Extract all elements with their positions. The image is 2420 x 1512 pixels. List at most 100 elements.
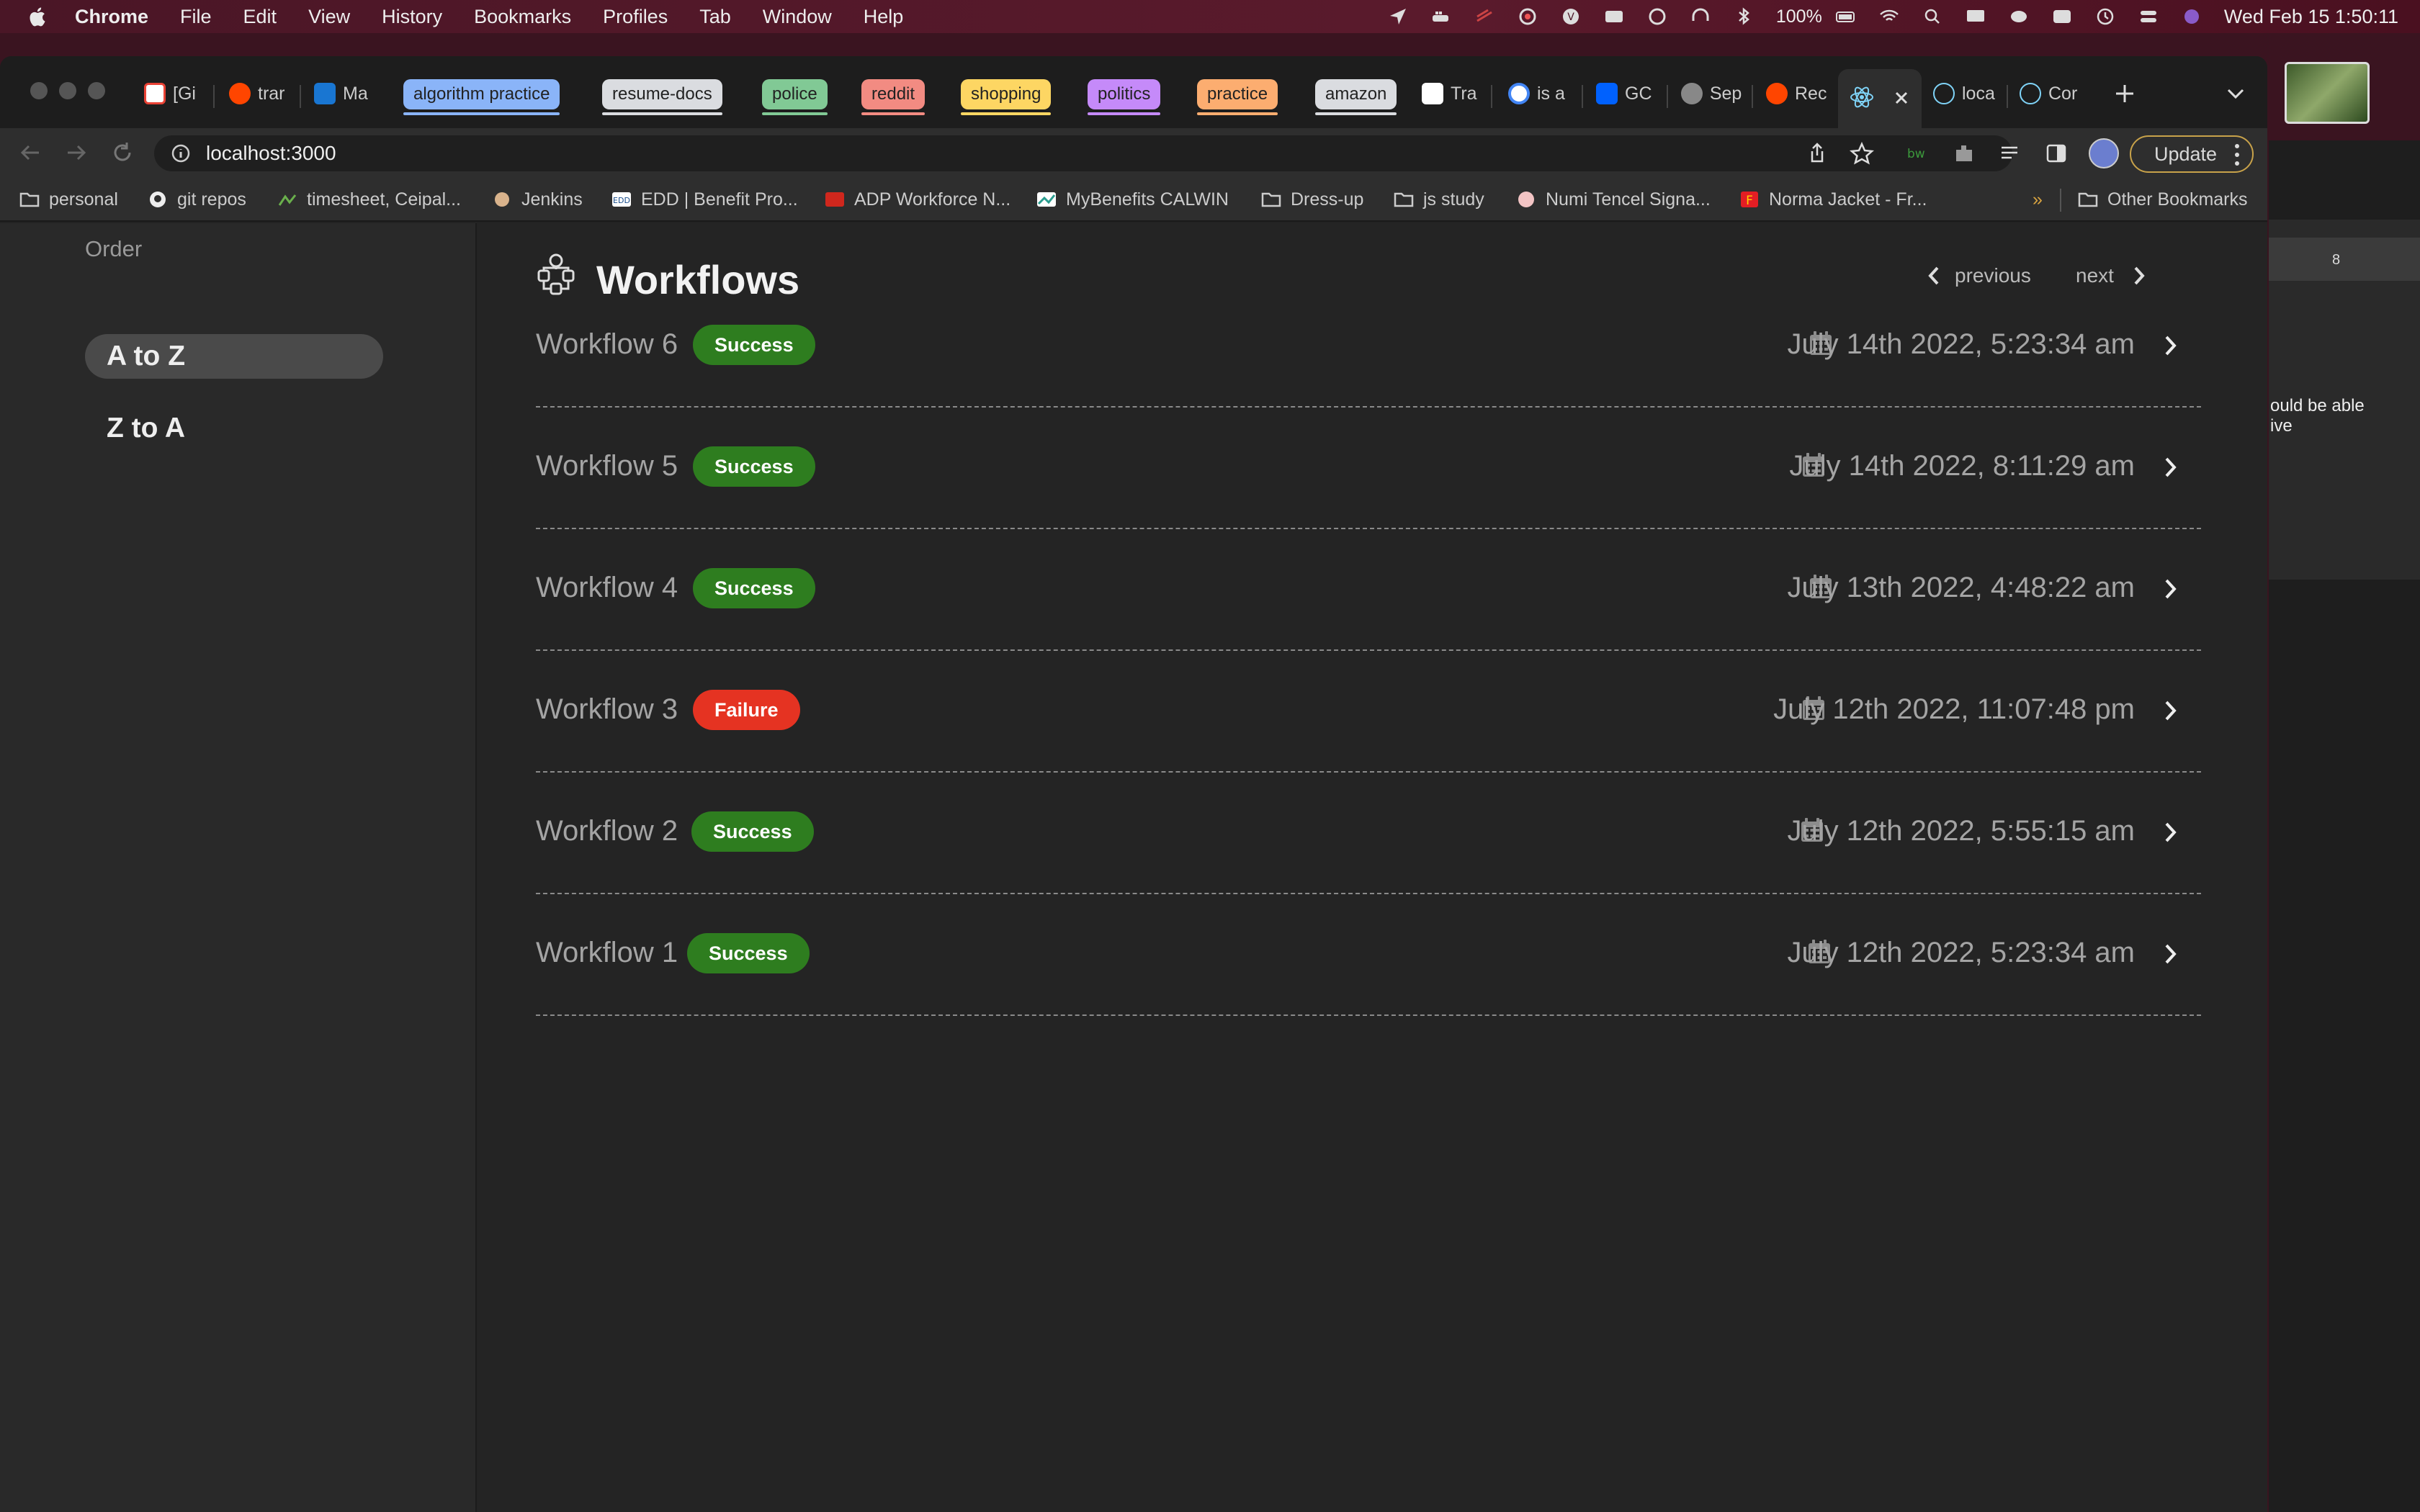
vpn-icon[interactable]: V [1560, 6, 1582, 27]
sync-icon[interactable] [1646, 6, 1668, 27]
chevron-right-icon[interactable] [2161, 333, 2179, 359]
menu-bookmarks[interactable]: Bookmarks [474, 6, 571, 28]
workflow-row[interactable]: Workflow 4 Success July 13th 2022, 4:48:22… [536, 528, 2201, 651]
bookmark-git-repos[interactable]: git repos [147, 187, 246, 212]
bookmark-adp[interactable]: ADP Workforce N... [824, 187, 1010, 212]
side-panel-icon[interactable] [2044, 141, 2069, 166]
order-label: Order [85, 236, 143, 261]
sort-z-to-a-button[interactable]: Z to A [85, 406, 383, 451]
chevron-right-icon[interactable] [2161, 454, 2179, 480]
bookmark-dress-up[interactable]: Dress-up [1260, 187, 1363, 212]
bitwarden-extension-icon[interactable]: bw [1906, 141, 1930, 166]
display-icon[interactable] [1965, 6, 1986, 27]
reload-icon[interactable] [109, 140, 135, 166]
tab-cor[interactable]: Cor [2020, 73, 2089, 114]
profile-avatar[interactable] [2089, 138, 2119, 168]
bookmarks-overflow-chevron[interactable]: » [2033, 187, 2043, 212]
siri-icon[interactable] [2181, 6, 2202, 27]
tab-group-police[interactable]: police [762, 79, 828, 115]
tab-group-amazon[interactable]: amazon [1315, 79, 1397, 115]
tab-group-politics[interactable]: politics [1088, 79, 1161, 115]
tab-outlook[interactable]: Ma [314, 73, 379, 114]
spotlight-search-icon[interactable] [1922, 6, 1943, 27]
tab-reddit-2[interactable]: Rec [1766, 73, 1828, 114]
next-page-button[interactable]: next [2076, 264, 2148, 288]
share-icon[interactable] [1805, 141, 1829, 166]
bookmark-edd[interactable]: EDD EDD | Benefit Pro... [611, 187, 798, 212]
workflow-row[interactable]: Workflow 3 Failure July 12th 2022, 11:07:4… [536, 650, 2201, 773]
menu-window[interactable]: Window [763, 6, 832, 28]
background-thumbnail-image[interactable] [2285, 62, 2370, 124]
bookmark-jenkins[interactable]: Jenkins [491, 187, 583, 212]
close-window-button[interactable] [30, 82, 48, 99]
update-button[interactable]: Update [2130, 135, 2254, 173]
menu-profiles[interactable]: Profiles [603, 6, 668, 28]
tab-ssl[interactable]: Sep [1681, 73, 1742, 114]
wifi-icon[interactable] [1878, 6, 1900, 27]
menu-app-chrome[interactable]: Chrome [75, 6, 148, 28]
workflow-row[interactable]: Workflow 2 Success July 12th 2022, 5:55:15… [536, 772, 2201, 894]
menu-edit[interactable]: Edit [243, 6, 277, 28]
record-icon[interactable] [1517, 6, 1538, 27]
location-arrow-icon[interactable] [1387, 6, 1409, 27]
tab-group-algorithm-practice[interactable]: algorithm practice [403, 79, 560, 115]
bookmark-numi[interactable]: Numi Tencel Signa... [1515, 187, 1711, 212]
chevron-right-icon[interactable] [2161, 819, 2179, 845]
tab-group-practice[interactable]: practice [1197, 79, 1278, 115]
headphones-icon[interactable] [1690, 6, 1711, 27]
menu-view[interactable]: View [308, 6, 350, 28]
menu-help[interactable]: Help [864, 6, 904, 28]
bookmark-timesheet[interactable]: timesheet, Ceipal... [277, 187, 461, 212]
bookmark-other-bookmarks[interactable]: Other Bookmarks [2077, 187, 2248, 212]
tab-group-shopping[interactable]: shopping [961, 79, 1052, 115]
chevron-right-icon[interactable] [2161, 941, 2179, 967]
menu-tab[interactable]: Tab [699, 6, 731, 28]
kebab-menu-icon[interactable] [2235, 143, 2239, 166]
tab-active-react[interactable] [1838, 69, 1922, 128]
control-center-icon[interactable] [2138, 6, 2159, 27]
bookmark-js-study[interactable]: js study [1393, 187, 1484, 212]
tab-dropbox[interactable]: GC [1596, 73, 1657, 114]
elephant-icon[interactable] [2008, 6, 2030, 27]
battery-icon[interactable] [1835, 6, 1857, 27]
bookmark-norma-jacket[interactable]: F Norma Jacket - Fr... [1739, 187, 1927, 212]
tab-localhost[interactable]: loca [1933, 73, 2002, 114]
docker-icon[interactable] [1430, 6, 1452, 27]
tab-google[interactable]: is a [1508, 73, 1570, 114]
chevron-right-icon[interactable] [2161, 576, 2179, 602]
new-tab-plus-icon[interactable] [2113, 82, 2136, 105]
extensions-puzzle-icon[interactable] [1952, 141, 1976, 166]
bookmark-mybenefits[interactable]: MyBenefits CALWIN [1036, 187, 1229, 212]
reading-list-icon[interactable] [1998, 141, 2022, 166]
tab-group-reddit[interactable]: reddit [861, 79, 926, 115]
slack-status-icon[interactable] [1474, 6, 1495, 27]
zoom-window-button[interactable] [88, 82, 105, 99]
chevron-right-icon[interactable] [2161, 698, 2179, 724]
site-info-icon[interactable] [170, 143, 192, 164]
bookmark-personal[interactable]: personal [19, 187, 118, 212]
menu-history[interactable]: History [382, 6, 442, 28]
tab-reddit-1[interactable]: trar [229, 73, 294, 114]
address-bar[interactable]: localhost:3000 [154, 135, 2012, 171]
apple-logo-icon[interactable] [27, 6, 46, 27]
forward-arrow-icon[interactable] [63, 140, 89, 166]
creative-cloud-icon[interactable] [2051, 6, 2073, 27]
close-tab-icon[interactable] [1893, 89, 1910, 107]
workflow-row[interactable]: Workflow 5 Success July 14th 2022, 8:11:29… [536, 407, 2201, 529]
tab-search-chevron-down-icon[interactable] [2226, 85, 2246, 102]
bookmark-star-icon[interactable] [1849, 141, 1875, 166]
back-arrow-icon[interactable] [17, 140, 43, 166]
menu-file[interactable]: File [180, 6, 212, 28]
bluetooth-icon[interactable] [1733, 6, 1754, 27]
sort-a-to-z-button[interactable]: A to Z [85, 334, 383, 379]
tab-gmail[interactable]: [Gi [144, 73, 207, 114]
minimize-window-button[interactable] [59, 82, 76, 99]
url-text[interactable]: localhost:3000 [206, 142, 336, 165]
clock-history-icon[interactable] [2094, 6, 2116, 27]
tab-group-resume-docs[interactable]: resume-docs [602, 79, 722, 115]
camera-icon[interactable] [1603, 6, 1625, 27]
workflow-row[interactable]: Workflow 1 Success July 12th 2022, 5:23:34… [536, 894, 2201, 1016]
workflow-row[interactable]: Workflow 6 Success July 14th 2022, 5:23:34… [536, 285, 2201, 408]
tab-amazon[interactable]: Tra [1422, 73, 1482, 114]
previous-page-button[interactable]: previous [1924, 264, 2031, 288]
